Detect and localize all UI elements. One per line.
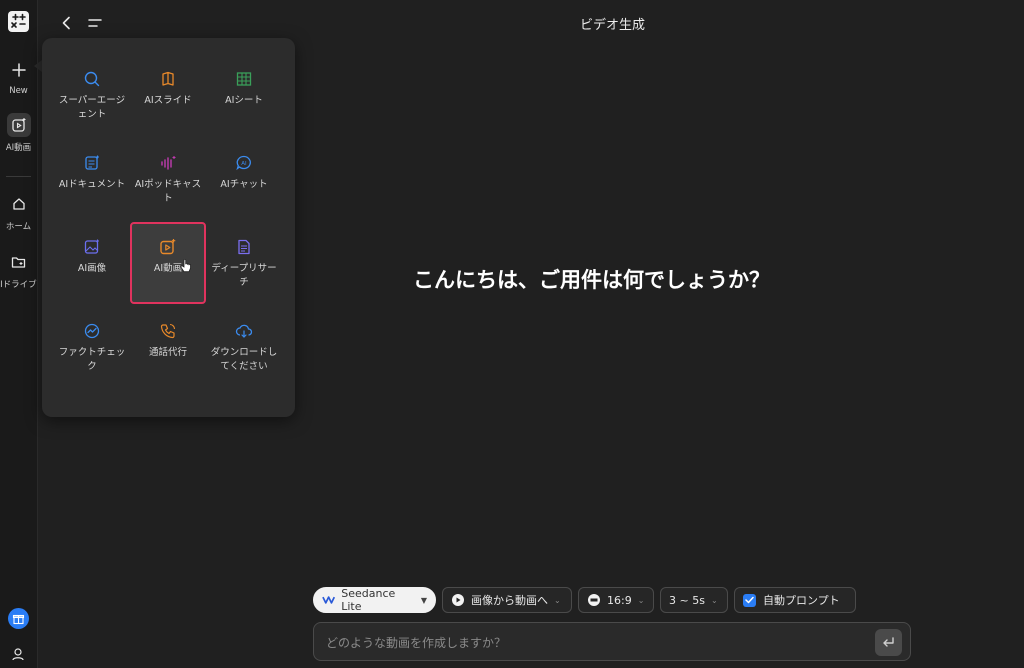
tool-label: AIチャット <box>220 179 268 190</box>
sidebar-item-ai-video[interactable]: AI動画 <box>0 113 37 153</box>
ai-video-label: AI動画 <box>5 143 32 153</box>
logo-icon <box>11 13 26 28</box>
home-icon <box>7 192 31 216</box>
tool-super-agent[interactable]: スーパーエージェント <box>54 56 130 138</box>
chevron-down-icon: ⌄ <box>710 595 718 605</box>
video-icon <box>159 238 177 256</box>
model-selector[interactable]: Seedance Lite ▼ <box>313 587 436 613</box>
auto-prompt-checkbox[interactable] <box>743 593 756 607</box>
chevron-down-icon: ⌄ <box>554 595 561 605</box>
home-label: ホーム <box>5 222 32 232</box>
sidebar-divider <box>6 176 31 177</box>
user-account-button[interactable] <box>10 646 26 662</box>
greeting-heading: こんにちは、ご用件は何でしょうか？ <box>413 268 770 292</box>
pointer-cursor-icon <box>180 258 192 277</box>
gift-icon <box>12 614 25 625</box>
new-label: New <box>9 86 28 96</box>
tool-label: AIシート <box>225 95 263 106</box>
plus-icon <box>7 58 31 82</box>
sidebar-item-ai-drive[interactable]: AIドライブ <box>0 250 37 290</box>
tool-download[interactable]: ダウンロードしてください <box>206 308 282 390</box>
tool-ai-sheet[interactable]: AIシート <box>206 56 282 138</box>
tool-label: AIドキュメント <box>58 179 126 190</box>
sidebar-item-home[interactable]: ホーム <box>0 192 37 232</box>
enter-icon <box>883 637 894 647</box>
model-label: Seedance Lite <box>341 587 396 613</box>
tool-ai-image[interactable]: AI画像 <box>54 224 130 306</box>
page-title: ビデオ生成 <box>579 18 645 33</box>
podcast-icon <box>159 154 177 172</box>
duration-label: 3 ~ 5s <box>669 593 705 607</box>
caret-down-icon: ▼ <box>420 595 427 605</box>
tool-call-agent[interactable]: 通話代行 <box>130 308 206 390</box>
tool-deep-research[interactable]: ディープリサーチ <box>206 224 282 306</box>
new-button[interactable]: New <box>0 58 37 96</box>
tool-label: スーパーエージェント <box>58 95 126 120</box>
chevron-down-icon: ⌄ <box>637 595 645 605</box>
check-icon <box>745 596 754 604</box>
tool-ai-podcast[interactable]: AIポッドキャスト <box>130 140 206 222</box>
tool-ai-slides[interactable]: AIスライド <box>130 56 206 138</box>
ratio-icon <box>588 594 600 606</box>
folder-icon <box>7 250 31 274</box>
prompt-box <box>313 622 911 661</box>
menu-toggle-button[interactable] <box>86 14 104 32</box>
tool-label: ダウンロードしてください <box>210 347 278 372</box>
factcheck-icon <box>83 322 101 340</box>
sheet-icon <box>235 70 253 88</box>
phone-icon <box>159 322 177 340</box>
chat-icon: AI <box>235 154 253 172</box>
tools-menu: スーパーエージェント AIスライド AIシート AIドキュメント AIポッドキャ… <box>42 38 295 417</box>
menu-arrow <box>34 60 42 72</box>
tool-label: AI動画 <box>153 263 183 274</box>
cloud-download-icon <box>235 322 253 340</box>
drive-label: AIドライブ <box>0 280 37 290</box>
tool-ai-document[interactable]: AIドキュメント <box>54 140 130 222</box>
duration-selector[interactable]: 3 ~ 5s ⌄ <box>660 587 728 613</box>
back-button[interactable] <box>58 14 74 32</box>
image-icon <box>83 238 101 256</box>
slides-icon <box>159 70 177 88</box>
tool-label: AIポッドキャスト <box>134 179 202 204</box>
auto-prompt-label: 自動プロンプト <box>763 594 840 607</box>
seedance-logo-icon <box>322 596 336 604</box>
mode-label: 画像から動画へ <box>471 594 548 607</box>
app-logo[interactable] <box>8 11 29 32</box>
tool-label: ディープリサーチ <box>211 263 277 288</box>
aspect-ratio-selector[interactable]: 16:9 ⌄ <box>578 587 654 613</box>
menu-icon <box>88 19 102 27</box>
auto-prompt-toggle[interactable]: 自動プロンプト <box>734 587 856 613</box>
tool-label: AIスライド <box>144 95 192 106</box>
gift-button[interactable] <box>8 608 29 629</box>
ratio-label: 16:9 <box>607 593 632 607</box>
tool-label: AI画像 <box>77 263 107 274</box>
tool-label: ファクトチェック <box>58 347 126 372</box>
send-button[interactable] <box>875 629 902 656</box>
image-to-video-icon <box>452 594 464 606</box>
mode-selector[interactable]: 画像から動画へ ⌄ <box>442 587 572 613</box>
search-bubble-icon <box>83 70 101 88</box>
video-sparkle-icon <box>6 113 31 137</box>
tool-ai-chat[interactable]: AI AIチャット <box>206 140 282 222</box>
svg-text:AI: AI <box>241 161 247 167</box>
tool-fact-check[interactable]: ファクトチェック <box>54 308 130 390</box>
chevron-left-icon <box>62 16 70 30</box>
prompt-input[interactable] <box>324 632 868 654</box>
research-icon <box>235 238 253 256</box>
tool-label: 通話代行 <box>148 347 187 358</box>
tool-ai-video[interactable]: AI動画 <box>130 222 206 304</box>
sidebar: New AI動画 ホーム AIドライブ <box>0 0 38 668</box>
document-icon <box>83 154 101 172</box>
user-icon <box>12 648 24 661</box>
